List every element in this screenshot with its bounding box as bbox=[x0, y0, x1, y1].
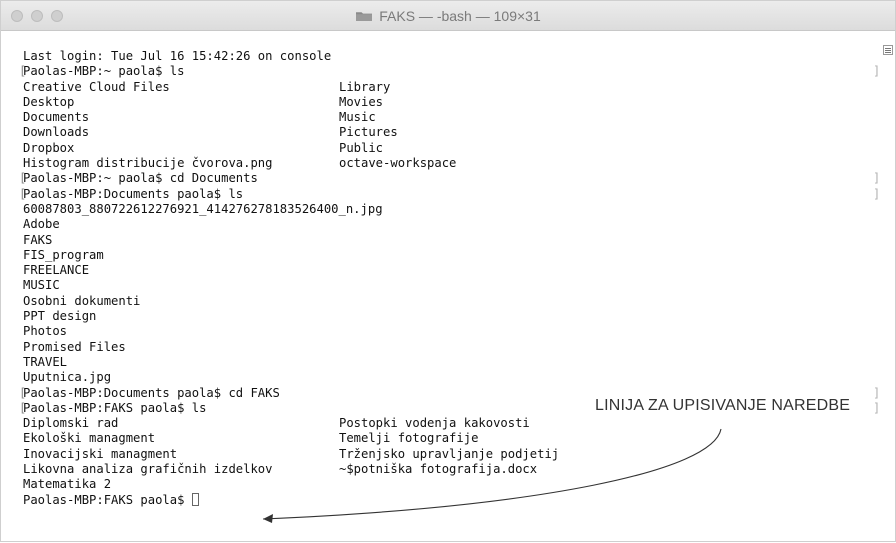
annotation-label: LINIJA ZA UPISIVANJE NAREDBE bbox=[595, 397, 851, 414]
annotation-arrow-icon bbox=[262, 428, 722, 523]
terminal-window: FAKS — -bash — 109×31 Last login: Tue Ju… bbox=[0, 0, 896, 542]
